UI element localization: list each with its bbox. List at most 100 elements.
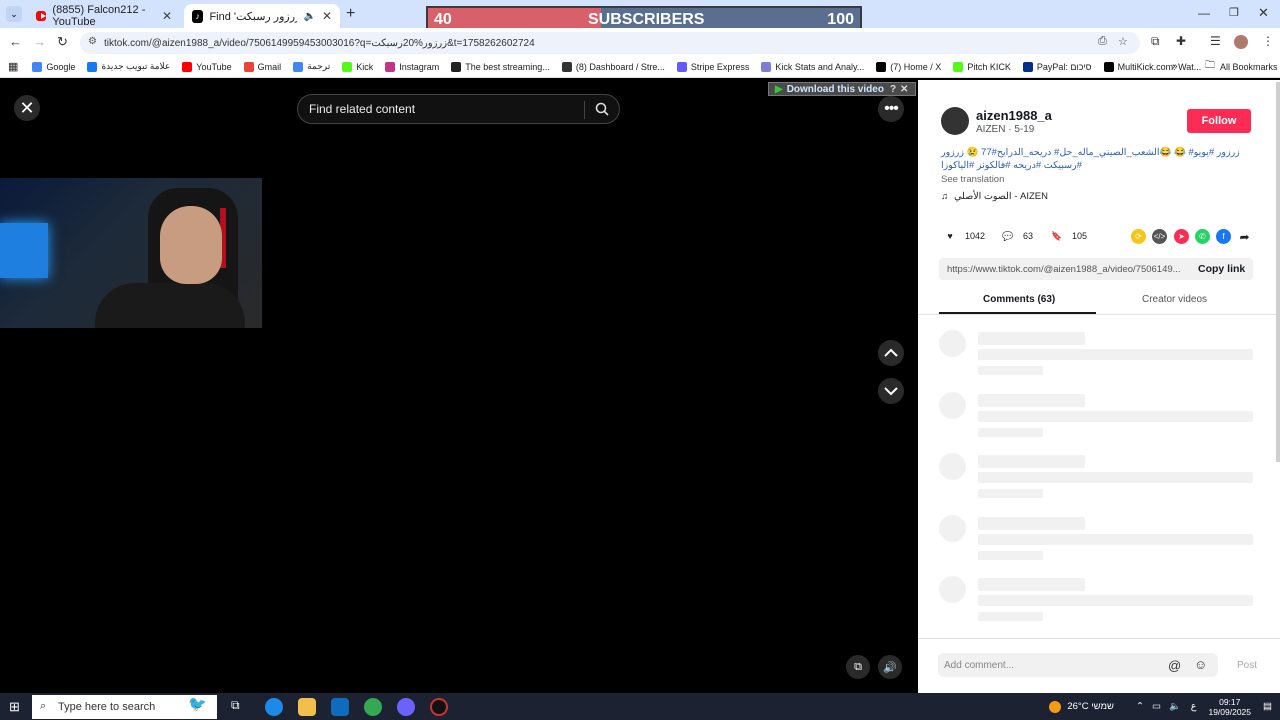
media-icon[interactable]: ☰	[1210, 34, 1221, 48]
whatsapp-icon[interactable]: ✆	[1195, 229, 1210, 244]
embed-icon[interactable]: </>	[1152, 229, 1167, 244]
share-arrow-icon[interactable]: ➦	[1237, 229, 1252, 244]
save-stat[interactable]: 🔖 105	[1050, 229, 1087, 243]
chrome-icon[interactable]	[364, 698, 382, 716]
like-count: 1042	[965, 231, 986, 241]
creator-subline: AIZEN · 5-19	[976, 124, 1035, 135]
bookmark-item[interactable]: Gmail	[243, 61, 281, 72]
all-bookmarks[interactable]: All Bookmarks	[1220, 62, 1278, 72]
bookmark-item[interactable]: Kick	[342, 61, 373, 72]
like-stat[interactable]: ♥ 1042	[943, 229, 985, 243]
mail-icon[interactable]	[331, 698, 349, 716]
avatar[interactable]	[941, 107, 969, 135]
mention-icon[interactable]: @	[1168, 658, 1181, 673]
comment-stat[interactable]: 💬 63	[1001, 229, 1033, 243]
tab-creator-videos[interactable]: Creator videos	[1142, 294, 1207, 305]
bookmark-item[interactable]: MultiKick.com: Wat...	[1103, 61, 1201, 72]
help-icon[interactable]: ?	[890, 84, 896, 95]
bookmark-item[interactable]: Stripe Express	[676, 61, 749, 72]
post-button[interactable]: Post	[1237, 660, 1257, 671]
star-icon[interactable]: ☆	[1118, 35, 1128, 48]
profile-avatar[interactable]	[1234, 35, 1248, 49]
follow-button[interactable]: Follow	[1187, 109, 1251, 133]
file-explorer-icon[interactable]	[298, 698, 316, 716]
window-close-button[interactable]: ✕	[1258, 5, 1269, 21]
scrollbar[interactable]	[1276, 82, 1280, 462]
bookmark-item[interactable]: Kick Stats and Analy...	[761, 61, 865, 72]
bookmark-item[interactable]: (8) Dashboard / Stre...	[561, 61, 665, 72]
bookmark-item[interactable]: PayPal: סיכום	[1022, 61, 1092, 72]
back-icon[interactable]: ←	[9, 34, 22, 49]
address-bar[interactable]: ⚙ tiktok.com/@aizen1988_a/video/75061499…	[80, 32, 1140, 54]
minimize-button[interactable]: —	[1198, 6, 1210, 20]
forward-icon[interactable]: →	[33, 34, 46, 49]
bookmark-item[interactable]: Pitch KICK	[953, 61, 1011, 72]
restore-button[interactable]: ❐	[1229, 6, 1239, 19]
volume-button[interactable]: 🔊	[878, 655, 902, 679]
video-caption[interactable]: زرزور #يويو# 😂 😂الشعب_الصيني_ماله_حل# در…	[941, 146, 1246, 172]
bookmark-item[interactable]: Google	[32, 61, 75, 72]
repost-icon[interactable]: ⟳	[1131, 229, 1146, 244]
windows-start-icon[interactable]: ⊞	[9, 699, 20, 715]
bookmark-item[interactable]: The best streaming...	[451, 61, 550, 72]
comment-placeholder: Add comment...	[944, 659, 1015, 671]
more-options-button[interactable]: •••	[878, 96, 904, 122]
chevron-up-icon[interactable]: ⌃	[1136, 701, 1144, 712]
tab-tiktok[interactable]: ♪ Find 'زرزور رسبكت' on TikTo 🔈 ✕	[184, 4, 340, 28]
app-icon[interactable]	[397, 698, 415, 716]
bookmark-item[interactable]: ترجمة	[293, 61, 330, 72]
language-indicator[interactable]: ع	[1191, 701, 1197, 712]
tab-search-dropdown[interactable]: ⌄	[6, 6, 22, 22]
extension-icon[interactable]: ⧉	[1151, 34, 1160, 49]
obs-icon[interactable]	[430, 698, 448, 716]
apps-icon[interactable]: ▦	[8, 60, 18, 73]
reload-icon[interactable]: ↻	[57, 34, 68, 50]
close-icon[interactable]: ✕	[322, 9, 332, 23]
tab-comments[interactable]: Comments (63)	[983, 294, 1055, 305]
puzzle-icon[interactable]: ✚	[1176, 34, 1186, 48]
task-view-icon[interactable]: ⧉	[231, 698, 249, 716]
install-icon[interactable]: ⎙	[1098, 35, 1107, 48]
close-icon[interactable]: ✕	[162, 9, 172, 23]
site-info-icon[interactable]: ⚙	[88, 36, 97, 47]
save-count: 105	[1072, 231, 1088, 241]
previous-video-button[interactable]	[878, 340, 904, 366]
close-icon[interactable]: ✕	[900, 84, 908, 95]
see-translation-link[interactable]: See translation	[941, 174, 1004, 185]
video-player[interactable]	[0, 80, 918, 693]
related-search-input[interactable]: Find related content	[297, 94, 620, 124]
sound-link[interactable]: ♫ الصوت الأصلي - AIZEN	[941, 191, 1048, 202]
network-icon[interactable]: ▭	[1152, 701, 1161, 712]
tab-youtube[interactable]: (8855) Falcon212 - YouTube ✕	[28, 4, 180, 28]
close-video-button[interactable]: ✕	[14, 95, 40, 121]
edge-icon[interactable]	[265, 698, 283, 716]
comment-divider	[918, 638, 1280, 639]
volume-icon[interactable]: 🔈	[1169, 701, 1181, 712]
bookmark-label: Kick Stats and Analy...	[775, 61, 865, 72]
search-icon[interactable]	[595, 102, 609, 116]
weather-text[interactable]: 26°C שמשי	[1067, 701, 1114, 712]
bookmark-item[interactable]: (7) Home / X	[876, 61, 941, 72]
clock[interactable]: 09:17 19/09/2025	[1208, 697, 1251, 717]
new-tab-button[interactable]: +	[346, 5, 355, 23]
creator-username[interactable]: aizen1988_a	[976, 108, 1052, 123]
emoji-icon[interactable]: ☺	[1194, 657, 1207, 672]
menu-icon[interactable]: ⋮	[1262, 34, 1274, 48]
skeleton-line	[978, 533, 1253, 545]
bookmark-item[interactable]: YouTube	[182, 61, 232, 72]
more-bookmarks-icon[interactable]: »	[1172, 61, 1178, 72]
copy-link-button[interactable]: Copy link	[1198, 263, 1245, 275]
bookmark-favicon-icon	[1022, 61, 1033, 72]
chevron-up-icon	[884, 348, 898, 357]
bookmark-label: علامة تبويب جديدة	[101, 61, 171, 71]
speaker-icon[interactable]: 🔈	[303, 11, 315, 22]
notification-icon[interactable]: ▤	[1263, 701, 1272, 712]
send-icon[interactable]: ➤	[1174, 229, 1189, 244]
download-video-banner[interactable]: ▶ Download this video ? ✕	[768, 82, 916, 96]
next-video-button[interactable]	[878, 378, 904, 404]
bookmark-item[interactable]: Instagram	[385, 61, 439, 72]
skeleton-line	[978, 550, 1043, 560]
facebook-icon[interactable]: f	[1216, 229, 1231, 244]
floating-player-button[interactable]: ⧉	[846, 655, 870, 679]
bookmark-item[interactable]: علامة تبويب جديدة	[87, 61, 170, 72]
